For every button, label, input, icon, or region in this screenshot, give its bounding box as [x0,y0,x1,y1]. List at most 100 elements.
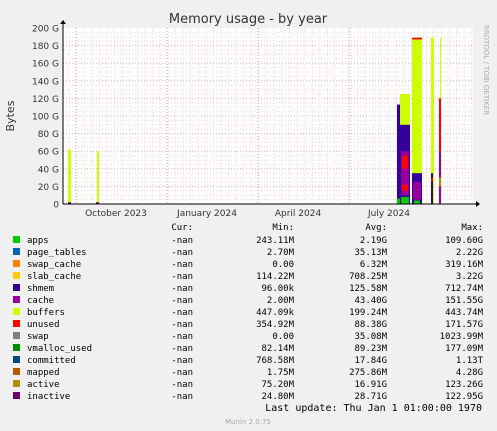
legend-series-name: page_tables [27,248,87,258]
legend-value-cur: -nan [171,248,193,258]
legend-value-max: 171.57G [445,320,483,330]
legend-value-min: 768.58M [256,356,295,366]
x-tick-label: January 2024 [176,209,237,219]
legend-value-avg: 6.32M [360,260,388,270]
legend-value-max: 151.55G [445,296,483,306]
legend-value-avg: 88.38G [354,320,387,330]
legend-value-min: 0.00 [272,260,294,270]
legend-value-min: 1.75M [267,368,295,378]
legend-swatch [13,344,20,351]
legend-series-name: swap [27,332,49,342]
legend-value-min: 114.22M [256,272,295,282]
legend-swatch [13,332,20,339]
legend-series-name: cache [27,296,54,306]
stacked-segment [97,151,99,204]
rrdtool-credit: RRDTOOL / TOBI OETIKER [482,25,490,115]
legend-value-max: 2.22G [456,248,483,258]
legend-value-cur: -nan [171,368,193,378]
legend-series-name: shmem [27,284,54,294]
legend-header-max: Max: [461,223,483,233]
y-tick-label: 60 G [38,148,59,158]
legend-header-min: Min: [272,223,294,233]
legend-series-name: mapped [27,368,60,378]
stacked-segment [68,149,71,204]
y-tick-label: 160 G [32,60,59,70]
legend-swatch [13,380,20,387]
legend-series-name: swap_cache [27,260,81,270]
legend-value-avg: 35.13M [354,248,387,258]
legend-value-max: 123.26G [445,380,483,390]
legend-value-cur: -nan [171,284,193,294]
legend-value-min: 243.11M [256,236,295,246]
legend-swatch [13,368,20,375]
legend-value-min: 24.80M [261,392,294,402]
legend-series-name: vmalloc_used [27,344,92,354]
legend-value-max: 109.60G [445,236,483,246]
y-tick-label: 120 G [32,95,59,105]
legend-swatch [13,260,20,267]
stacked-segment [439,98,441,152]
legend-value-avg: 43.40G [354,296,387,306]
x-tick-labels: October 2023 January 2024 April 2024 July 2… [85,209,410,219]
legend-value-cur: -nan [171,236,193,246]
y-tick-label: 180 G [32,42,59,52]
legend-value-max: 1.13T [456,356,484,366]
legend-value-max: 319.16M [445,260,484,270]
legend-value-max: 4.28G [456,368,483,378]
legend-value-avg: 35.08M [354,332,387,342]
legend-value-cur: -nan [171,272,193,282]
y-tick-label: 140 G [32,77,59,87]
x-tick-label: July 2024 [367,209,410,219]
legend-value-cur: -nan [171,344,193,354]
last-update: Last update: Thu Jan 1 01:00:00 1970 [265,403,482,414]
legend-value-avg: 275.86M [349,368,388,378]
legend: Cur: Min: Avg: Max: apps -nan 243.11M 2.19G 109.… [13,223,484,402]
legend-value-avg: 2.19G [360,236,387,246]
legend-value-max: 1023.99M [440,332,484,342]
y-tick-label: 0 [53,201,59,211]
y-tick-labels: 0 20 G 40 G 60 G 80 G 100 G 120 G 140 G 160 G 180… [32,25,59,211]
y-tick-label: 40 G [38,165,59,175]
stacked-segment [401,196,409,204]
legend-value-cur: -nan [171,332,193,342]
legend-value-max: 122.95G [445,392,483,402]
y-tick-label: 200 G [32,25,59,35]
legend-value-cur: -nan [171,380,193,390]
legend-value-min: 75.20M [261,380,294,390]
munin-version: Munin 2.0.75 [225,418,271,426]
legend-swatch [13,308,20,315]
legend-value-cur: -nan [171,296,193,306]
legend-header-avg: Avg: [365,223,387,233]
legend-value-avg: 89.23M [354,344,387,354]
stacked-segment [413,182,421,200]
legend-value-avg: 28.71G [354,392,387,402]
legend-swatch [13,248,20,255]
y-tick-label: 20 G [38,183,59,193]
stacked-segment [414,200,420,204]
legend-series-name: committed [27,356,76,366]
legend-swatch [13,392,20,399]
legend-value-avg: 125.58M [349,284,388,294]
y-axis-label: Bytes [4,100,17,131]
legend-series-name: active [27,380,60,390]
legend-value-max: 177.09M [445,344,484,354]
legend-value-avg: 708.25M [349,272,388,282]
y-tick-label: 100 G [32,113,59,123]
legend-series-name: buffers [27,308,65,318]
memory-chart: Memory usage - by year Bytes RRDTOOL / T… [4,12,490,426]
legend-value-avg: 199.24M [349,308,388,318]
legend-value-min: 354.92M [256,320,295,330]
legend-value-avg: 17.84G [354,356,387,366]
legend-value-cur: -nan [171,392,193,402]
legend-value-cur: -nan [171,260,193,270]
legend-swatch [13,320,20,327]
x-tick-label: April 2024 [275,209,322,219]
legend-value-min: 2.00M [267,296,295,306]
legend-value-cur: -nan [171,320,193,330]
y-tick-label: 80 G [38,130,59,140]
legend-value-min: 82.14M [261,344,294,354]
x-tick-label: October 2023 [85,209,147,219]
legend-value-min: 96.00k [261,284,294,294]
legend-value-max: 3.22G [456,272,483,282]
stacked-segment [431,177,433,182]
